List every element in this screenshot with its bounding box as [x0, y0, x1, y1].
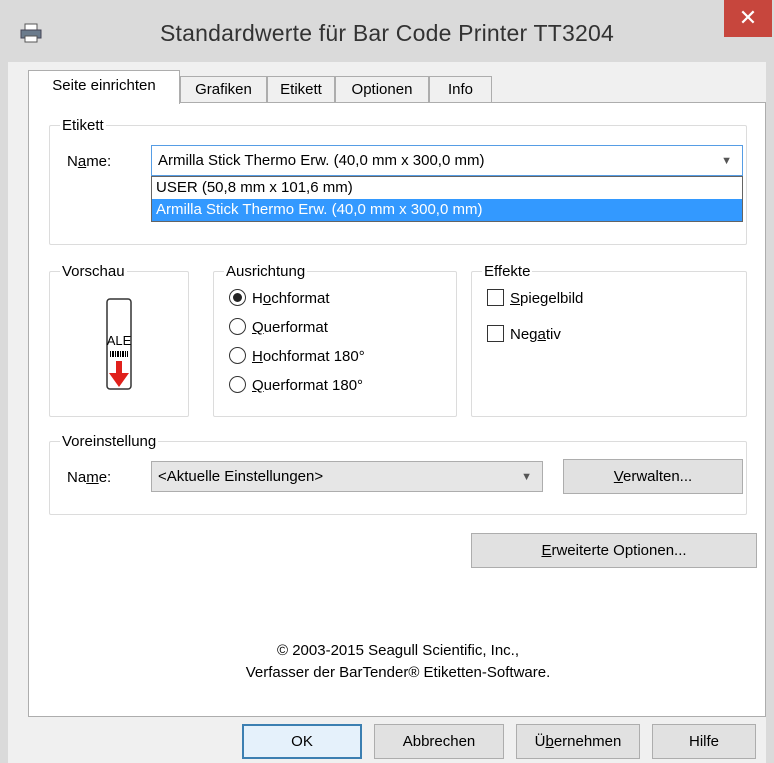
label-preview-icon: ALE: [106, 298, 132, 390]
verwalten-button[interactable]: Verwalten...: [563, 459, 743, 494]
tab-panel-seite-einrichten: Etikett Name: Armilla Stick Thermo Erw. …: [28, 102, 766, 717]
abbrechen-button[interactable]: Abbrechen: [374, 724, 504, 759]
close-icon: ✕: [738, 5, 758, 30]
tab-etikett[interactable]: Etikett: [267, 76, 335, 103]
etikett-name-combo[interactable]: Armilla Stick Thermo Erw. (40,0 mm x 300…: [151, 145, 743, 176]
tab-grafiken[interactable]: Grafiken: [180, 76, 267, 103]
uebernehmen-button[interactable]: Übernehmen: [516, 724, 640, 759]
printer-defaults-dialog: Standardwerte für Bar Code Printer TT320…: [0, 0, 774, 763]
checkbox-spiegelbild[interactable]: Spiegelbild: [487, 289, 583, 313]
radio-on-icon: [229, 289, 246, 306]
etikett-option-user[interactable]: USER (50,8 mm x 101,6 mm): [152, 177, 742, 199]
close-button[interactable]: ✕: [724, 0, 772, 37]
voreinstellung-legend: Voreinstellung: [62, 433, 157, 450]
voreinstellung-name-label: Name:: [67, 469, 112, 486]
tab-optionen[interactable]: Optionen: [335, 76, 429, 103]
preview-text: ALE: [107, 333, 132, 348]
checkbox-icon: [487, 325, 504, 342]
radio-off-icon: [229, 318, 246, 335]
ok-button[interactable]: OK: [242, 724, 362, 759]
copyright-line-1: © 2003-2015 Seagull Scientific, Inc.,: [276, 642, 520, 659]
chevron-down-icon[interactable]: ▼: [721, 155, 732, 167]
copyright-text: © 2003-2015 Seagull Scientific, Inc., Ve…: [29, 640, 767, 684]
ausrichtung-legend: Ausrichtung: [226, 263, 306, 280]
etikett-name-label: Name:: [67, 153, 112, 170]
etikett-legend: Etikett: [62, 117, 104, 134]
tab-seite-einrichten[interactable]: Seite einrichten: [28, 70, 180, 104]
etikett-option-armilla[interactable]: Armilla Stick Thermo Erw. (40,0 mm x 300…: [152, 199, 742, 221]
voreinstellung-combo[interactable]: <Aktuelle Einstellungen> ▼: [151, 461, 543, 492]
radio-querformat[interactable]: Querformat: [229, 318, 328, 342]
radio-hochformat-180[interactable]: Hochformat 180°: [229, 347, 365, 371]
radio-off-icon: [229, 376, 246, 393]
radio-off-icon: [229, 347, 246, 364]
voreinstellung-selected-value: <Aktuelle Einstellungen>: [158, 468, 324, 485]
chevron-down-icon[interactable]: ▼: [521, 471, 532, 483]
title-bar[interactable]: Standardwerte für Bar Code Printer TT320…: [0, 0, 774, 62]
radio-querformat-180[interactable]: Querformat 180°: [229, 376, 363, 400]
erweiterte-optionen-button[interactable]: Erweiterte Optionen...: [471, 533, 757, 568]
tab-info[interactable]: Info: [429, 76, 492, 103]
checkbox-icon: [487, 289, 504, 306]
radio-hochformat[interactable]: Hochformat: [229, 289, 330, 313]
etikett-dropdown-list: USER (50,8 mm x 101,6 mm) Armilla Stick …: [151, 176, 743, 222]
checkbox-negativ[interactable]: Negativ: [487, 325, 561, 349]
hilfe-button[interactable]: Hilfe: [652, 724, 756, 759]
vorschau-legend: Vorschau: [62, 263, 125, 280]
effekte-legend: Effekte: [484, 263, 531, 280]
copyright-line-2: Verfasser der BarTender® Etiketten-Softw…: [245, 664, 551, 681]
window-title: Standardwerte für Bar Code Printer TT320…: [160, 20, 614, 46]
etikett-selected-value: Armilla Stick Thermo Erw. (40,0 mm x 300…: [158, 152, 485, 169]
dialog-client: Seite einrichten Grafiken Etikett Option…: [8, 62, 766, 763]
